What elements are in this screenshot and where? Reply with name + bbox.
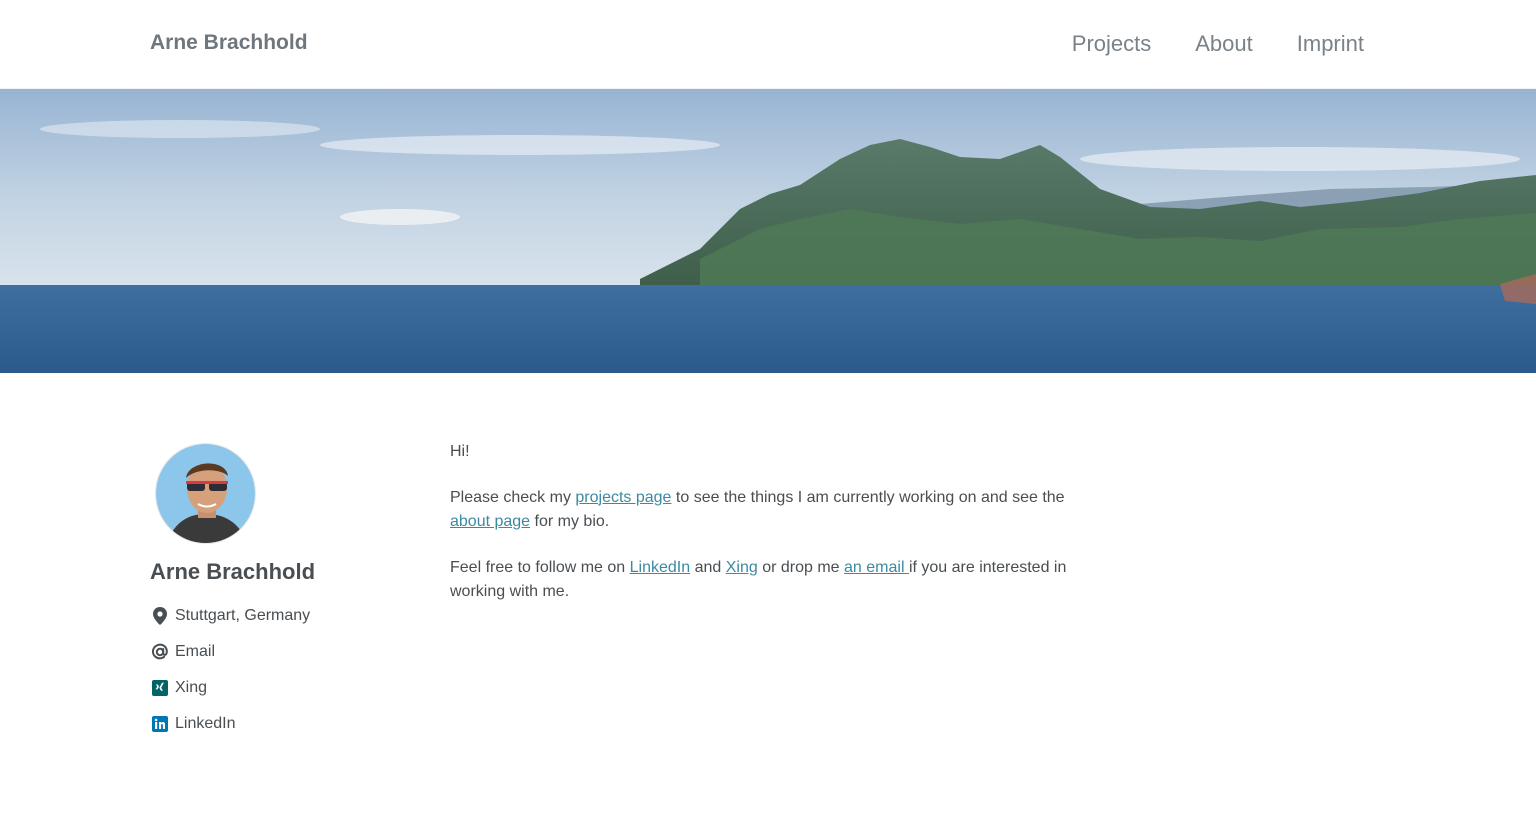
location-icon — [150, 606, 170, 626]
author-location: Stuttgart, Germany — [150, 605, 310, 627]
author-linkedin-link[interactable]: LinkedIn — [150, 713, 310, 735]
hero-image — [0, 89, 1536, 373]
about-page-link[interactable]: about page — [450, 513, 530, 530]
intro-paragraph: Please check my projects page to see the… — [450, 486, 1090, 535]
p2-text-drop: or drop me — [757, 558, 845, 576]
follow-paragraph: Feel free to follow me on LinkedIn and X… — [450, 556, 1090, 605]
author-email-link[interactable]: Email — [150, 641, 310, 663]
nav-imprint[interactable]: Imprint — [1297, 31, 1364, 57]
avatar-photo — [156, 444, 255, 543]
main-content: Hi! Please check my projects page to see… — [450, 440, 1090, 626]
nav-about[interactable]: About — [1195, 31, 1253, 57]
xing-icon — [150, 678, 170, 698]
main-nav: Projects About Imprint — [1072, 31, 1364, 57]
p1-text-after: for my bio. — [530, 513, 610, 530]
p1-text-before: Please check my — [450, 488, 576, 506]
greeting: Hi! — [450, 443, 470, 460]
xing-link[interactable]: Xing — [726, 559, 758, 576]
email-label: Email — [175, 643, 216, 660]
xing-label: Xing — [175, 679, 208, 696]
at-icon — [150, 642, 170, 662]
nav-projects[interactable]: Projects — [1072, 31, 1151, 57]
p2-text-and: and — [690, 558, 726, 576]
hero-landscape — [0, 89, 1536, 373]
author-avatar — [155, 443, 256, 544]
linkedin-link[interactable]: LinkedIn — [630, 559, 691, 576]
p2-text-before: Feel free to follow me on — [450, 558, 630, 576]
author-links: Stuttgart, Germany Email Xing LinkedIn — [150, 605, 310, 735]
linkedin-icon — [150, 714, 170, 734]
linkedin-label: LinkedIn — [175, 715, 236, 732]
site-title[interactable]: Arne Brachhold — [150, 31, 308, 55]
location-text: Stuttgart, Germany — [175, 607, 311, 624]
email-link[interactable]: an email — [844, 559, 909, 576]
masthead: Arne Brachhold Projects About Imprint — [0, 0, 1536, 89]
projects-page-link[interactable]: projects page — [575, 489, 671, 506]
author-xing-link[interactable]: Xing — [150, 677, 310, 699]
p1-text-middle: to see the things I am currently working… — [671, 488, 1065, 506]
author-name: Arne Brachhold — [150, 559, 316, 584]
